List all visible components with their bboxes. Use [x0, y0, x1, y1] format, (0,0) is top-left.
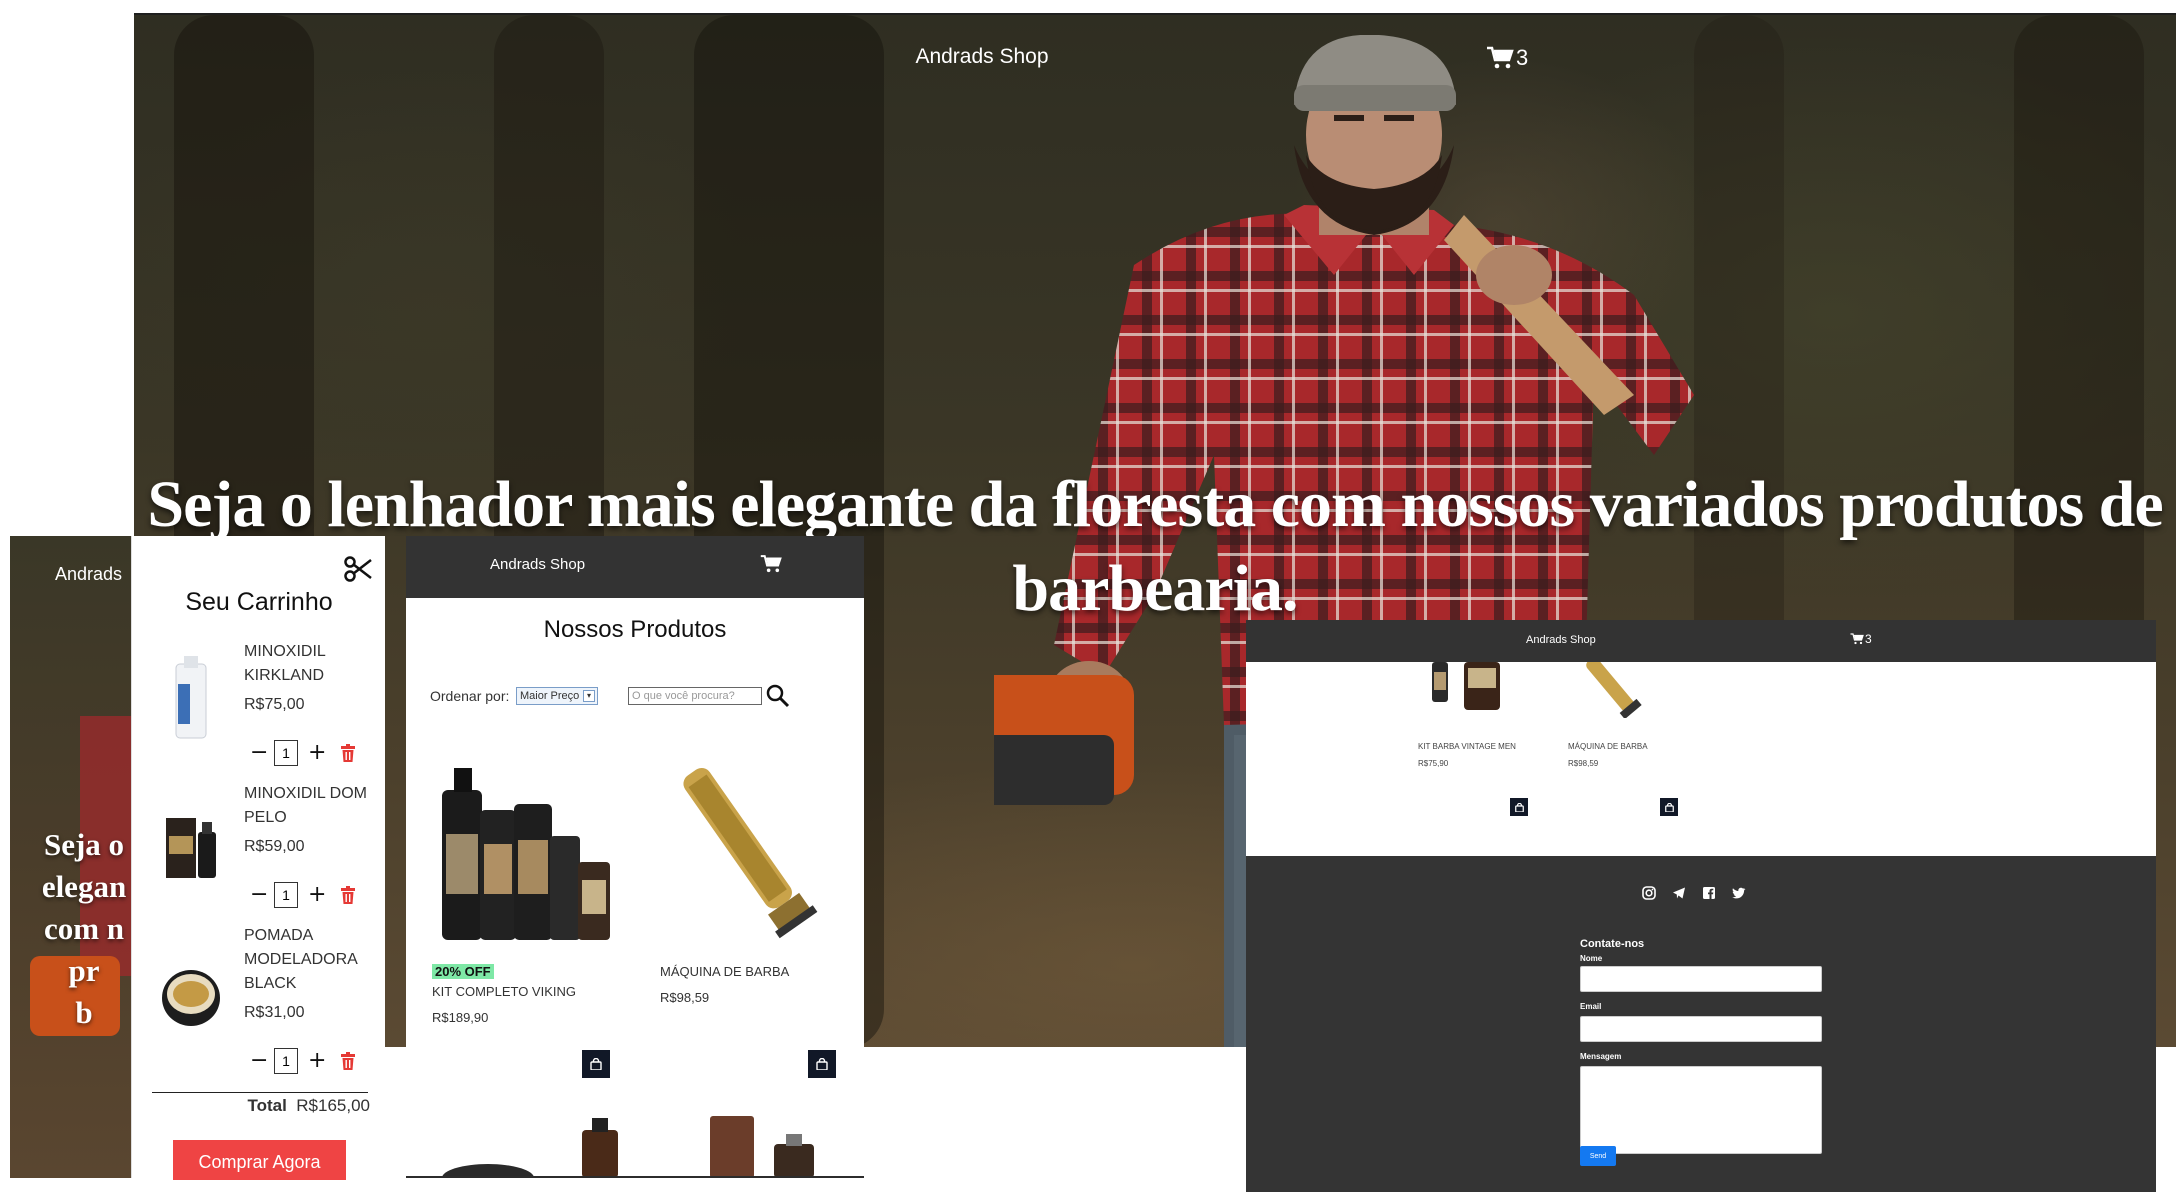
instagram-icon[interactable] — [1642, 886, 1656, 900]
products-title: Nossos Produtos — [543, 616, 727, 643]
trash-icon[interactable] — [340, 744, 356, 762]
cart-sidebar: Seu Carrinho MINOXIDIL KIRKLAND R$75,00 … — [131, 536, 385, 1178]
product-image — [683, 767, 818, 939]
search-icon[interactable] — [766, 684, 790, 708]
email-field[interactable] — [1580, 1016, 1822, 1042]
product-name: MÁQUINA DE BARBA — [1568, 742, 1648, 751]
add-to-cart-button[interactable] — [808, 1050, 836, 1078]
quantity-input[interactable]: 1 — [274, 882, 298, 908]
products-panel: Andrads Shop Nossos Produtos Ordenar por… — [406, 536, 864, 1178]
mobile-hero-brand[interactable]: Andrads — [55, 564, 122, 585]
add-to-cart-button[interactable] — [582, 1050, 610, 1078]
footer: Contate-nos Nome Email Mensagem Send — [1246, 856, 2156, 1192]
cart-item: MINOXIDIL KIRKLAND R$75,00 − 1 + — [132, 640, 386, 780]
product-images-row — [442, 1116, 814, 1176]
sort-value: Maior Preço — [520, 690, 580, 702]
increase-button[interactable]: + — [308, 1050, 326, 1072]
sort-label: Ordenar por: — [430, 688, 510, 704]
sort-select[interactable]: Maior Preço ▾ — [516, 687, 598, 705]
cart-item-name: POMADA MODELADORA BLACK — [244, 927, 357, 992]
email-label: Email — [1580, 1002, 1602, 1011]
product-image — [1586, 662, 1642, 718]
bag-icon — [1514, 802, 1524, 812]
decrease-button[interactable]: − — [250, 742, 268, 764]
products-navbar: Andrads Shop — [406, 536, 864, 598]
quantity-stepper: − 1 + — [250, 882, 356, 908]
desktop-shop-panel: Andrads Shop 3 KIT BARBA VINTAGE MEN R$7… — [1246, 620, 2156, 1192]
product-image — [1432, 662, 1500, 710]
increase-button[interactable]: + — [308, 884, 326, 906]
product-price: R$98,59 — [1568, 759, 1599, 768]
bag-icon — [816, 1058, 828, 1070]
quantity-input[interactable]: 1 — [274, 740, 298, 766]
cart-item-name: MINOXIDIL KIRKLAND — [244, 643, 326, 684]
product-image — [442, 768, 610, 940]
bag-icon — [1664, 802, 1674, 812]
product-name: MÁQUINA DE BARBA — [660, 964, 790, 979]
product-thumbnail — [166, 818, 216, 878]
add-to-cart-button[interactable] — [1660, 798, 1678, 816]
discount-badge: 20% OFF — [432, 964, 494, 979]
decrease-button[interactable]: − — [250, 1050, 268, 1072]
cart-icon — [1487, 46, 1514, 69]
cart-total-label: Total — [247, 1096, 287, 1115]
trash-icon[interactable] — [340, 886, 356, 904]
quantity-input[interactable]: 1 — [274, 1048, 298, 1074]
facebook-icon[interactable] — [1702, 886, 1716, 900]
cart-divider — [152, 1092, 368, 1093]
add-to-cart-button[interactable] — [1510, 798, 1528, 816]
decrease-button[interactable]: − — [250, 884, 268, 906]
cart-item-price: R$59,00 — [244, 838, 305, 855]
shop-cart-button[interactable]: 3 — [1850, 632, 1872, 646]
shop-navbar: Andrads Shop 3 — [1246, 620, 2156, 662]
cart-total: Total R$165,00 — [110, 1096, 370, 1116]
product-name: KIT BARBA VINTAGE MEN — [1418, 742, 1516, 751]
cart-count: 3 — [1516, 45, 1529, 70]
scissors-close-icon[interactable] — [343, 554, 373, 584]
product-price: R$189,90 — [432, 1010, 489, 1025]
message-field[interactable] — [1580, 1066, 1822, 1154]
cart-icon[interactable] — [760, 554, 782, 574]
products-brand[interactable]: Andrads Shop — [490, 556, 585, 573]
telegram-icon[interactable] — [1672, 886, 1686, 900]
cart-total-value: R$165,00 — [296, 1096, 370, 1115]
buy-now-button[interactable]: Comprar Agora — [173, 1140, 346, 1180]
trash-icon[interactable] — [340, 1052, 356, 1070]
shop-brand[interactable]: Andrads Shop — [1526, 634, 1596, 646]
cart-title: Seu Carrinho — [185, 588, 333, 616]
search-input[interactable]: O que você procura? — [628, 687, 762, 705]
cart-item-price: R$75,00 — [244, 696, 305, 713]
name-field[interactable] — [1580, 966, 1822, 992]
bag-icon — [590, 1058, 602, 1070]
product-name: KIT COMPLETO VIKING — [432, 984, 576, 999]
quantity-stepper: − 1 + — [250, 740, 356, 766]
chevron-down-icon: ▾ — [583, 690, 595, 702]
product-price: R$98,59 — [660, 990, 710, 1005]
cart-item: POMADA MODELADORA BLACK R$31,00 − 1 + — [132, 924, 386, 1074]
quantity-stepper: − 1 + — [250, 1048, 356, 1074]
cart-icon — [1850, 633, 1864, 645]
product-thumbnail — [162, 970, 220, 1026]
cart-count: 3 — [1865, 632, 1872, 646]
hero-brand[interactable]: Andrads Shop — [782, 45, 1182, 69]
message-label: Mensagem — [1580, 1052, 1622, 1061]
send-button[interactable]: Send — [1580, 1146, 1616, 1166]
contact-title: Contate-nos — [1580, 938, 1645, 950]
twitter-icon[interactable] — [1732, 886, 1746, 900]
product-thumbnail — [175, 656, 207, 739]
increase-button[interactable]: + — [308, 742, 326, 764]
cart-item: MINOXIDIL DOM PELO R$59,00 − 1 + — [132, 782, 386, 922]
cart-item-price: R$31,00 — [244, 1004, 305, 1021]
product-price: R$75,90 — [1418, 759, 1449, 768]
hero-cart-button[interactable]: 3 — [1486, 45, 1528, 71]
cart-item-name: MINOXIDIL DOM PELO — [244, 785, 367, 826]
name-label: Nome — [1580, 954, 1603, 963]
